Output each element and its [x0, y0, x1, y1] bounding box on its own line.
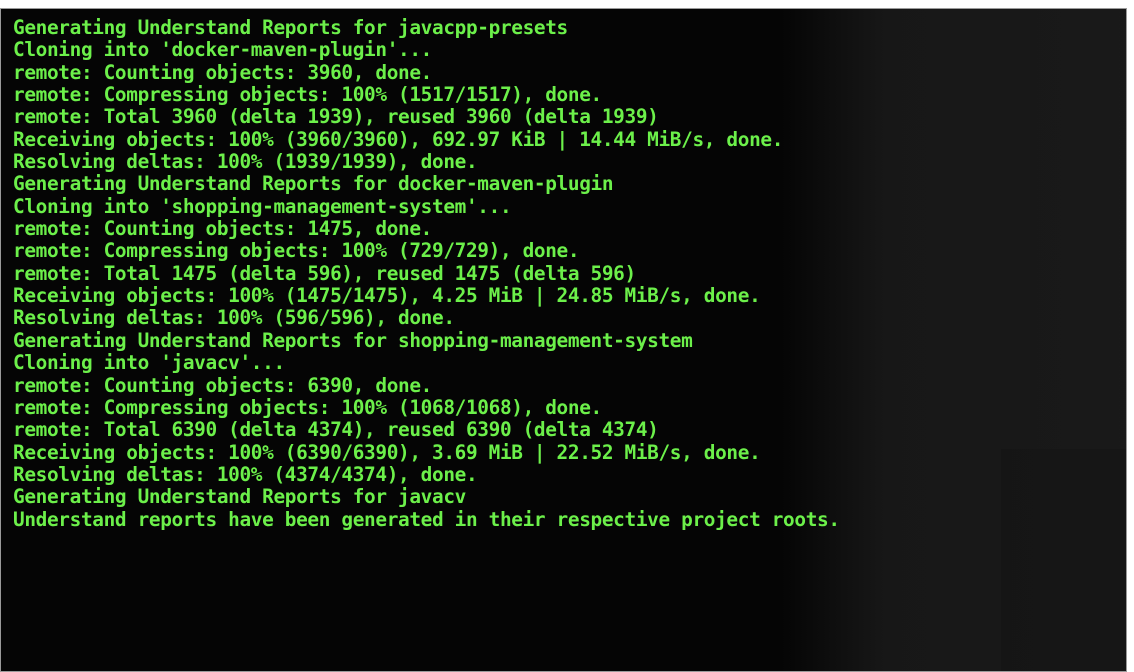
terminal-line: Resolving deltas: 100% (596/596), done.	[13, 306, 455, 330]
terminal-line: remote: Total 1475 (delta 596), reused 1…	[13, 261, 636, 285]
terminal-line: remote: Counting objects: 6390, done.	[13, 373, 432, 397]
terminal-line: Receiving objects: 100% (1475/1475), 4.2…	[13, 284, 761, 308]
terminal-line: Generating Understand Reports for javacp…	[13, 16, 568, 39]
terminal-line: Generating Understand Reports for javacv	[13, 485, 466, 509]
terminal-output: Generating Understand Reports for javacp…	[13, 16, 840, 531]
terminal-line: Receiving objects: 100% (3960/3960), 692…	[13, 127, 784, 151]
terminal-line: remote: Compressing objects: 100% (1068/…	[13, 395, 602, 419]
terminal-line: Understand reports have been generated i…	[13, 507, 840, 531]
terminal-line: Generating Understand Reports for docker…	[13, 172, 614, 196]
terminal-line: Resolving deltas: 100% (4374/4374), done…	[13, 462, 478, 486]
terminal-line: Cloning into 'javacv'...	[13, 351, 285, 375]
terminal-line: Receiving objects: 100% (6390/6390), 3.6…	[13, 440, 761, 464]
terminal-line: Cloning into 'shopping-management-system…	[13, 194, 512, 218]
background-window-shadow-lower	[1001, 449, 1126, 671]
terminal-window[interactable]: Generating Understand Reports for javacp…	[0, 8, 1127, 672]
terminal-line: remote: Total 3960 (delta 1939), reused …	[13, 105, 659, 129]
terminal-line: remote: Counting objects: 3960, done.	[13, 60, 432, 84]
terminal-line: Cloning into 'docker-maven-plugin'...	[13, 38, 432, 62]
terminal-line: remote: Counting objects: 1475, done.	[13, 217, 432, 241]
terminal-line: remote: Compressing objects: 100% (729/7…	[13, 239, 580, 263]
terminal-line: Generating Understand Reports for shoppi…	[13, 328, 693, 352]
terminal-line: remote: Total 6390 (delta 4374), reused …	[13, 418, 659, 442]
terminal-line: Resolving deltas: 100% (1939/1939), done…	[13, 150, 478, 174]
terminal-line: remote: Compressing objects: 100% (1517/…	[13, 83, 602, 107]
